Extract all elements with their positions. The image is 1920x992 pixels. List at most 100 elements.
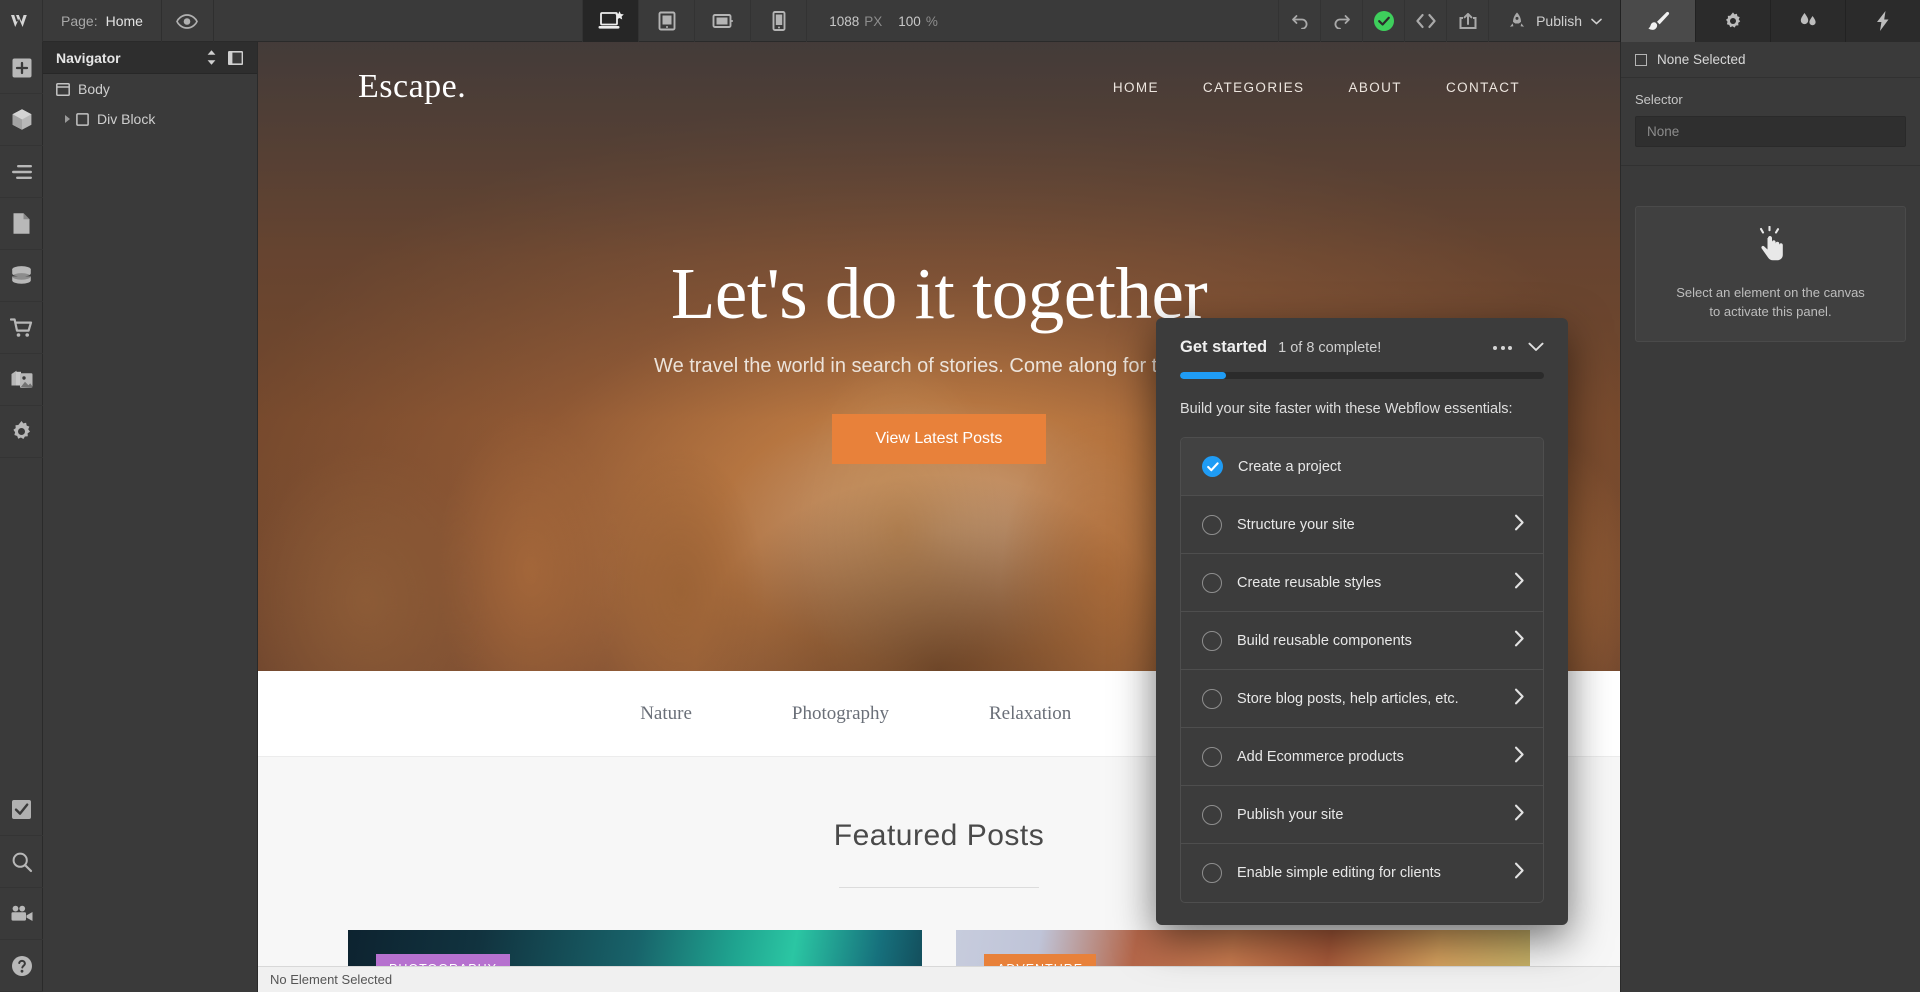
- save-status-indicator[interactable]: [1362, 0, 1404, 42]
- div-icon: [76, 112, 89, 126]
- chevron-right-icon: [1514, 572, 1525, 594]
- breakpoint-tablet[interactable]: [638, 0, 694, 42]
- navigator-collapse-button[interactable]: [223, 50, 247, 66]
- checklist-item-store-blog-posts[interactable]: Store blog posts, help articles, etc.: [1181, 670, 1543, 728]
- zoom-value[interactable]: 100: [898, 14, 921, 29]
- rail-item-add-elements[interactable]: [0, 42, 43, 94]
- breakpoint-desktop[interactable]: [582, 0, 639, 42]
- get-started-panel[interactable]: Get started 1 of 8 complete! Build your …: [1156, 318, 1568, 925]
- page-selector[interactable]: Page: Home: [43, 0, 162, 42]
- canvas-width-value: 1088: [829, 13, 860, 29]
- checklist-item-label: Structure your site: [1237, 516, 1355, 533]
- webflow-logo[interactable]: [0, 0, 43, 42]
- canvas-options-button[interactable]: [536, 0, 582, 42]
- post-category-badge[interactable]: PHOTOGRAPHY: [376, 954, 511, 966]
- hero-cta-button[interactable]: View Latest Posts: [831, 413, 1047, 464]
- tab-quick-find-panel[interactable]: [1845, 0, 1920, 42]
- green-check-icon: [1373, 11, 1394, 31]
- rail-item-pages[interactable]: [0, 198, 43, 250]
- breakpoint-tablet-landscape[interactable]: [694, 0, 750, 42]
- site-navbar: Escape. HOME CATEGORIES ABOUT CONTACT: [258, 42, 1620, 106]
- publish-button[interactable]: Publish: [1488, 0, 1620, 42]
- publish-label: Publish: [1536, 13, 1583, 29]
- expand-caret-icon[interactable]: [65, 115, 70, 123]
- click-hand-icon: [1759, 226, 1783, 261]
- category-link-relaxation[interactable]: Relaxation: [989, 703, 1071, 725]
- get-started-title: Get started: [1180, 338, 1268, 356]
- checklist-item-create-project[interactable]: Create a project: [1181, 438, 1543, 496]
- navigator-sort-button[interactable]: [199, 49, 223, 66]
- tab-style-panel[interactable]: [1620, 0, 1696, 42]
- empty-circle-icon: [1202, 804, 1222, 825]
- canvas-width-unit: PX: [864, 13, 883, 29]
- category-link-nature[interactable]: Nature: [640, 703, 692, 725]
- redo-button[interactable]: [1320, 0, 1362, 42]
- navigator-node-body[interactable]: Body: [43, 74, 257, 104]
- selector-value: None: [1647, 124, 1680, 139]
- undo-icon: [1291, 15, 1308, 29]
- post-card[interactable]: PHOTOGRAPHY: [348, 930, 922, 966]
- plus-icon: [12, 58, 31, 77]
- rail-item-assets[interactable]: [0, 354, 43, 406]
- breakpoint-switcher: [582, 0, 806, 42]
- share-button[interactable]: [1446, 0, 1488, 42]
- rail-item-project-settings[interactable]: [0, 406, 43, 458]
- database-icon: [12, 265, 31, 284]
- get-started-progress-bar: [1180, 372, 1544, 379]
- empty-circle-icon: [1202, 572, 1222, 593]
- selector-input[interactable]: None: [1635, 116, 1906, 147]
- rail-item-video-tutorials[interactable]: [0, 888, 43, 940]
- page-name: Home: [105, 13, 143, 29]
- checklist-item-build-components[interactable]: Build reusable components: [1181, 612, 1543, 670]
- chevron-down-icon: [1528, 342, 1544, 351]
- video-camera-icon: [11, 905, 32, 921]
- post-card[interactable]: ADVENTURE: [956, 930, 1530, 966]
- checklist-item-publish-site[interactable]: Publish your site: [1181, 786, 1543, 844]
- navigator-header: Navigator: [43, 42, 257, 74]
- checklist-item-label: Publish your site: [1237, 806, 1344, 823]
- code-export-button[interactable]: [1404, 0, 1446, 42]
- empty-state-line1: Select an element on the canvas: [1676, 285, 1865, 301]
- rail-item-cms[interactable]: [0, 250, 43, 302]
- nav-link-categories[interactable]: CATEGORIES: [1203, 80, 1305, 95]
- rail-item-ecommerce[interactable]: [0, 302, 43, 354]
- panel-layout-icon: [227, 50, 243, 65]
- post-category-badge[interactable]: ADVENTURE: [984, 954, 1097, 966]
- chevron-right-icon: [1514, 862, 1525, 884]
- get-started-more-button[interactable]: [1493, 345, 1512, 350]
- style-panel-empty-state: Select an element on the canvas to activ…: [1635, 206, 1906, 342]
- navigator-node-div-block[interactable]: Div Block: [43, 104, 257, 134]
- status-bar-text: No Element Selected: [270, 972, 393, 987]
- checklist-item-structure-site[interactable]: Structure your site: [1181, 496, 1543, 554]
- breakpoint-mobile[interactable]: [750, 0, 806, 42]
- nav-link-home[interactable]: HOME: [1113, 80, 1159, 95]
- category-link-photography[interactable]: Photography: [792, 703, 889, 725]
- nav-link-contact[interactable]: CONTACT: [1446, 80, 1520, 95]
- checklist-item-label: Build reusable components: [1237, 632, 1412, 649]
- rail-item-search[interactable]: [0, 836, 43, 888]
- top-toolbar: Page: Home 1088 PX 100 % Publish: [0, 0, 1920, 42]
- toolbar-actions: Publish: [1278, 0, 1620, 42]
- site-logo[interactable]: Escape.: [358, 68, 466, 106]
- chevron-right-icon: [1514, 514, 1525, 536]
- checklist-item-create-styles[interactable]: Create reusable styles: [1181, 554, 1543, 612]
- undo-button[interactable]: [1278, 0, 1320, 42]
- rail-item-navigator[interactable]: [0, 146, 43, 198]
- rail-item-audit[interactable]: [0, 784, 43, 836]
- checklist-item-enable-simple-editing[interactable]: Enable simple editing for clients: [1181, 844, 1543, 902]
- navigator-panel: Navigator Body Div Block: [43, 42, 258, 992]
- nav-link-about[interactable]: ABOUT: [1348, 80, 1402, 95]
- empty-circle-icon: [1202, 630, 1222, 651]
- status-bar: No Element Selected: [258, 966, 1620, 992]
- selected-element-indicator[interactable]: None Selected: [1621, 42, 1920, 78]
- tab-interactions-panel[interactable]: [1770, 0, 1846, 42]
- rail-item-components[interactable]: [0, 94, 43, 146]
- share-export-icon: [1459, 13, 1477, 29]
- preview-toggle-button[interactable]: [162, 0, 214, 42]
- tab-settings-panel[interactable]: [1695, 0, 1771, 42]
- get-started-collapse-button[interactable]: [1528, 339, 1544, 357]
- checklist-item-add-ecommerce-products[interactable]: Add Ecommerce products: [1181, 728, 1543, 786]
- rail-item-help[interactable]: [0, 940, 43, 992]
- empty-state-line2: to activate this panel.: [1709, 304, 1832, 319]
